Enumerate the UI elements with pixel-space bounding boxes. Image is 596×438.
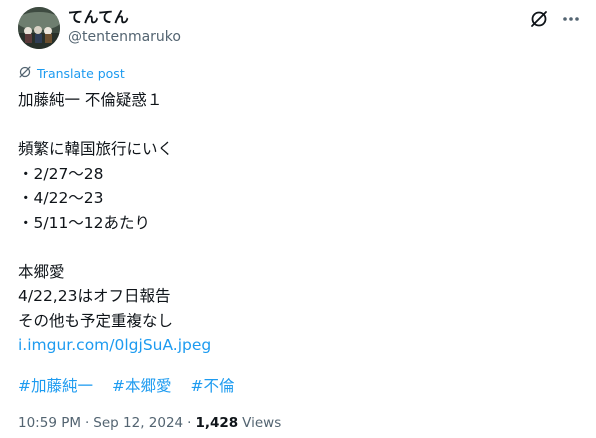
translate-label: Translate post [37, 66, 125, 81]
views-count[interactable]: 1,428 [195, 415, 238, 431]
views-label: Views [242, 415, 282, 431]
hashtag-link[interactable]: #不倫 [191, 374, 235, 396]
post-date[interactable]: Sep 12, 2024 [93, 415, 183, 431]
text-date-2: ・4/22〜23 [18, 189, 104, 207]
tweet-text: 加藤純一 不倫疑惑１ 頻繁に韓国旅行にいく ・2/27〜28 ・4/22〜23 … [18, 88, 578, 358]
text-title: 加藤純一 不倫疑惑１ [18, 91, 163, 109]
tweet: てんてん @tentenmaruko Translate post 加藤純一 不… [0, 0, 596, 438]
translate-icon [18, 65, 32, 82]
text-date-1: ・2/27〜28 [18, 164, 104, 183]
translate-post-link[interactable]: Translate post [18, 65, 125, 82]
text-para2-line2: その他も予定重複なし [18, 311, 174, 330]
separator-dot: · [187, 415, 192, 431]
tweet-meta: 10:59 PM · Sep 12, 2024 · 1,428 Views [18, 415, 281, 431]
top-actions [528, 8, 582, 30]
post-time[interactable]: 10:59 PM [18, 415, 81, 431]
image-link[interactable]: i.imgur.com/0lgjSuA.jpeg [18, 336, 211, 354]
avatar[interactable] [18, 7, 60, 49]
hashtag-link[interactable]: #加藤純一 [18, 374, 93, 396]
separator-dot: · [85, 415, 90, 431]
display-name[interactable]: てんてん [68, 6, 129, 27]
grok-icon[interactable] [528, 8, 550, 30]
hashtags: #加藤純一 #本郷愛 #不倫 [18, 374, 235, 396]
text-para2-heading: 本郷愛 [18, 262, 65, 281]
user-handle[interactable]: @tentenmaruko [68, 29, 181, 45]
more-horizontal-icon[interactable] [560, 8, 582, 30]
text-date-3: ・5/11〜12あたり [18, 213, 151, 232]
text-para1-heading: 頻繁に韓国旅行にいく [18, 140, 174, 158]
hashtag-link[interactable]: #本郷愛 [112, 374, 172, 396]
text-para2-line1: 4/22,23はオフ日報告 [18, 287, 171, 305]
